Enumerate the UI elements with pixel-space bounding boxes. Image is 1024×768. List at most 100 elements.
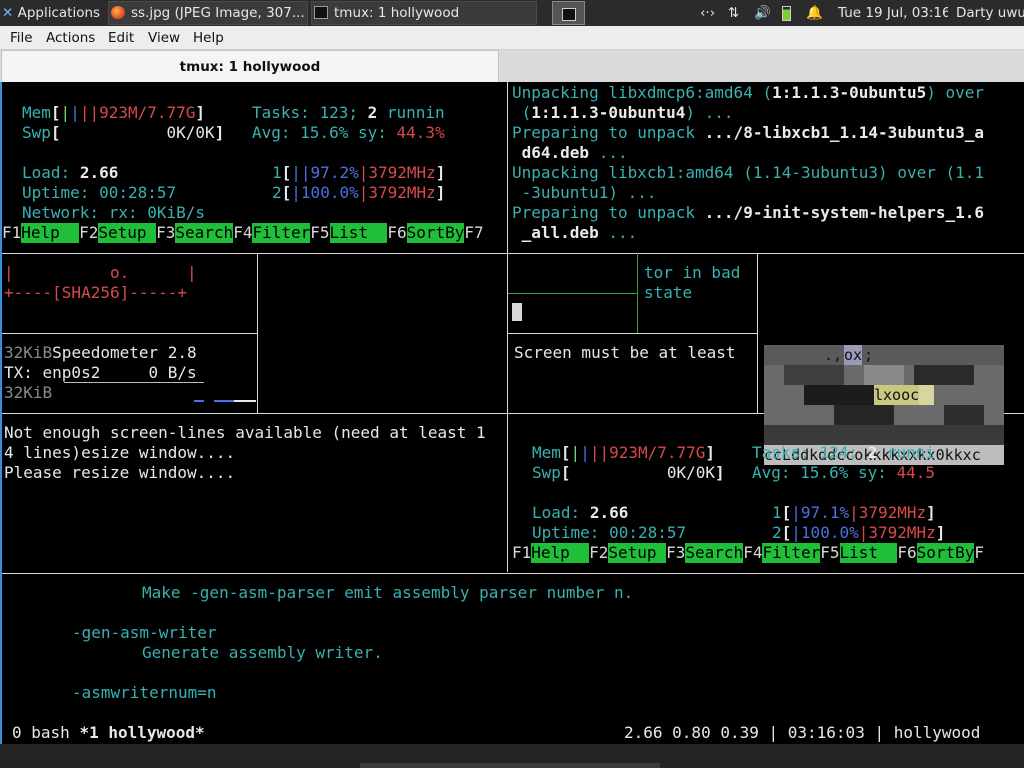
fkey-label[interactable]: Filter [762, 543, 821, 563]
htop-mem-meter: Mem[||||923M/7.77G] [532, 443, 716, 462]
tab-tmux[interactable]: tmux: 1 hollywood [1, 50, 499, 82]
fkey-number: F3 [666, 543, 686, 562]
speedometer-bar [194, 400, 204, 402]
notification-bell-icon[interactable]: 🔔 [806, 0, 826, 26]
battery-icon[interactable] [782, 0, 798, 26]
pane-divider [507, 82, 508, 572]
fkey-label[interactable]: Filter [252, 223, 311, 243]
htop-load: Load: 2.66 [22, 163, 119, 182]
taskbar-item-label: ss.jpg (JPEG Image, 307... [131, 5, 305, 21]
menu-actions[interactable]: Actions [46, 26, 95, 50]
network-icon[interactable]: ⇅ [728, 0, 748, 26]
resize-message: 4 lines)esize window.... [4, 443, 236, 462]
menu-file[interactable]: File [10, 26, 33, 50]
apt-line: -3ubuntu1) ... [512, 183, 657, 202]
terminal-icon [314, 6, 328, 19]
fkey-number: F6 [897, 543, 917, 562]
htop-cpu1-meter: 1[|97.1%|3792MHz] [772, 503, 936, 522]
apt-line: _all.deb ... [512, 223, 638, 242]
bad-state-text: state [644, 283, 693, 302]
htop-cpu2-meter: 2[|100.0%|3792MHz] [272, 183, 446, 202]
menu-edit[interactable]: Edit [108, 26, 134, 50]
htop-swp-meter: Swp[ 0K/0K] [532, 463, 725, 482]
fkey-label[interactable]: SortBy [406, 223, 465, 243]
fkey-label[interactable]: Setup [98, 223, 157, 243]
htop-swp-meter: Swp[ 0K/0K] [22, 123, 225, 142]
terminal-icon [562, 8, 576, 21]
pane-divider [2, 333, 257, 334]
fkey-label[interactable]: List [839, 543, 898, 563]
fkey-number: F7 [464, 223, 484, 242]
pane-divider [2, 573, 1024, 574]
fkey-label[interactable]: List [329, 223, 388, 243]
fkey-number: F2 [79, 223, 99, 242]
taskbar-item-label: tmux: 1 hollywood [334, 5, 460, 21]
fkey-label[interactable]: Search [685, 543, 744, 563]
tmux-window-list[interactable]: 0 bash *1 hollywood* [12, 723, 205, 743]
htop-cpu1-meter: 1[||97.2%|3792MHz] [272, 163, 446, 182]
htop-uptime: Uptime: 00:28:57 [532, 523, 687, 542]
man-page-line: -gen-asm-writer [72, 623, 217, 642]
firefox-icon [111, 6, 125, 19]
terminal-area[interactable]: Mem[||||923M/7.77G] Swp[ 0K/0K] Tasks: 1… [0, 82, 1024, 744]
user-name[interactable]: Darty uwu [956, 0, 1024, 26]
sha-randomart-line: +----[SHA256]-----+ [4, 283, 188, 302]
htop-network: Network: rx: 0KiB/s [22, 203, 206, 222]
resize-message: Please resize window.... [4, 463, 236, 482]
htop-uptime: Uptime: 00:28:57 [22, 183, 177, 202]
pane-divider [2, 253, 1024, 254]
htop-mem-meter: Mem[||||923M/7.77G] [22, 103, 206, 122]
screen-size-warning: Screen must be at least [514, 343, 736, 362]
menu-help[interactable]: Help [193, 26, 224, 50]
ascii-image-text: ; [864, 346, 874, 364]
sha-randomart-line: | o. | [4, 263, 197, 282]
apt-line: Unpacking libxdmcp6:amd64 (1:1.1.3-0ubun… [512, 83, 985, 102]
speedometer-axis [64, 382, 204, 383]
speedometer-bar [214, 400, 234, 402]
pane-divider [508, 293, 638, 294]
volume-icon[interactable]: 🔊 [754, 0, 774, 26]
man-page-line: Generate assembly writer. [142, 643, 383, 662]
htop-tasks: Tasks: 124; 2 runni [752, 443, 936, 462]
bad-state-text: tor in bad [644, 263, 741, 282]
man-page-line: -asmwriternum=n [72, 683, 217, 702]
fkey-number: F1 [512, 543, 532, 562]
clock[interactable]: Tue 19 Jul, 03:16 [838, 0, 948, 26]
fkey-number: F5 [310, 223, 330, 242]
resize-message: Not enough screen-lines available (need … [4, 423, 486, 442]
speedometer-header: 32KiBSpeedometer 2.8 [4, 343, 197, 362]
speedometer-bar [234, 400, 256, 402]
fkey-number: F6 [387, 223, 407, 242]
fkey-label[interactable]: SortBy [916, 543, 975, 563]
applications-label: Applications [17, 5, 101, 21]
apt-line: Unpacking libxcb1:amd64 (1.14-3ubuntu3) … [512, 163, 985, 182]
ascii-image-text: lxooc [874, 385, 920, 405]
htop-function-keys: F1Help F2Setup F3SearchF4FilterF5List F6… [512, 543, 984, 563]
htop-function-keys: F1Help F2Setup F3SearchF4FilterF5List F6… [2, 223, 484, 243]
cursor-block [512, 303, 522, 323]
workspace-switcher[interactable] [552, 1, 585, 25]
fkey-label[interactable]: Help [531, 543, 590, 563]
apt-line: (1:1.1.3-0ubuntu4) ... [512, 103, 734, 122]
menu-bar: File Actions Edit View Help [0, 26, 1024, 50]
taskbar-item-tmux[interactable]: tmux: 1 hollywood [311, 1, 537, 25]
fkey-label[interactable]: Setup [608, 543, 667, 563]
tmux-status-right: 2.66 0.80 0.39 | 03:16:03 | hollywood [624, 723, 981, 742]
apt-line: d64.deb ... [512, 143, 628, 162]
fkey-number: F5 [820, 543, 840, 562]
tmux-window-hollywood[interactable]: *1 hollywood* [79, 723, 204, 742]
menu-view[interactable]: View [148, 26, 180, 50]
fkey-number: F4 [233, 223, 253, 242]
fkey-number: F [974, 543, 985, 562]
fkey-label[interactable]: Search [175, 223, 234, 243]
applications-menu[interactable]: ✕ Applications [2, 0, 106, 26]
network-arrows-icon[interactable]: ‹·› [700, 0, 722, 26]
speedometer-tx: TX: enp0s2 0 B/s [4, 363, 197, 382]
fkey-label[interactable]: Help [21, 223, 80, 243]
fkey-number: F4 [743, 543, 763, 562]
taskbar-item-image[interactable]: ss.jpg (JPEG Image, 307... [108, 1, 308, 25]
htop-tasks: Tasks: 123; 2 runnin [252, 103, 445, 122]
man-page-line: Make -gen-asm-parser emit assembly parse… [142, 583, 634, 602]
top-panel: ✕ Applications ss.jpg (JPEG Image, 307..… [0, 0, 1024, 26]
tmux-window-bash[interactable]: 0 bash [12, 723, 79, 742]
